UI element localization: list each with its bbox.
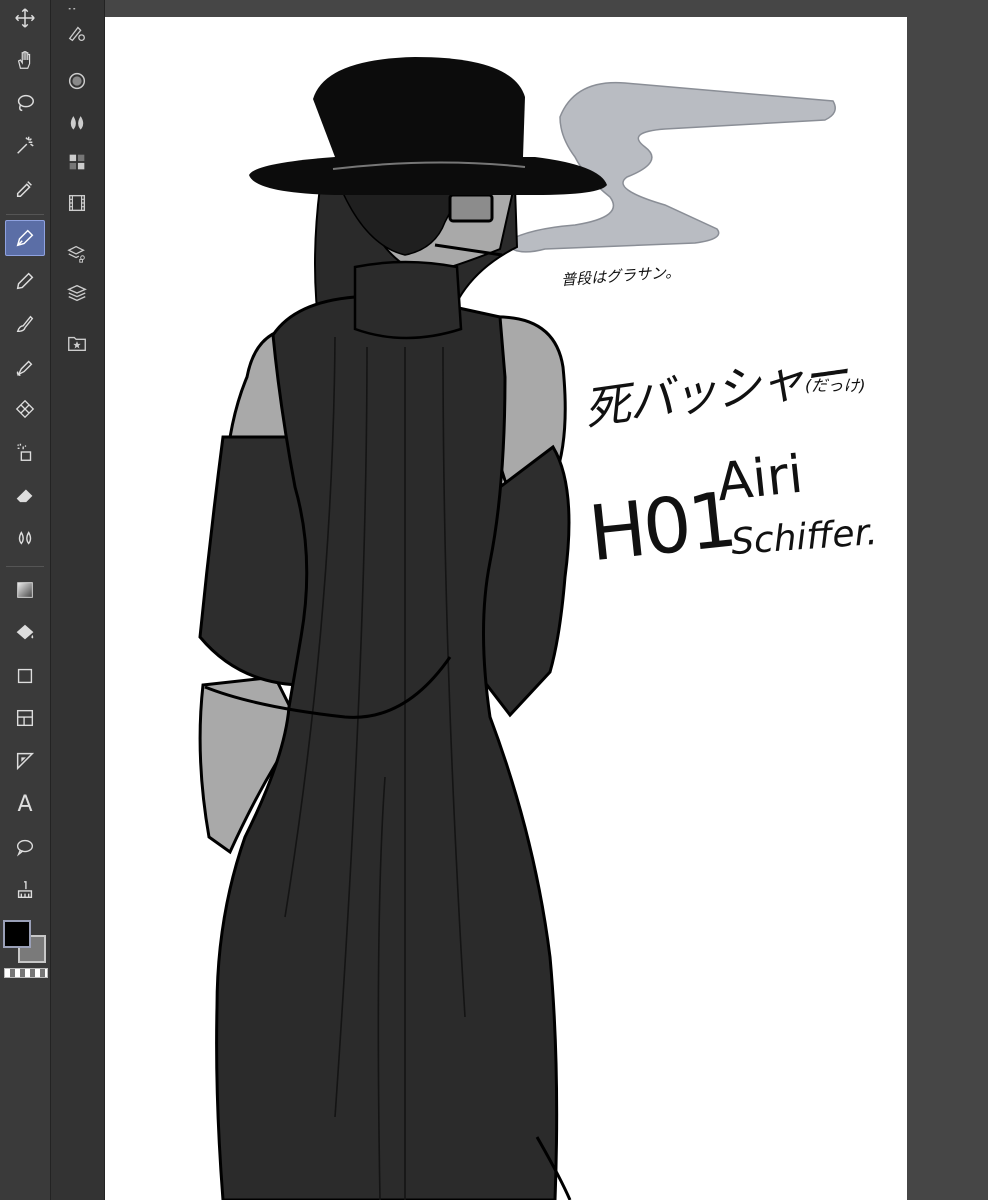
tool-brush[interactable] xyxy=(5,306,45,342)
panel-tab-color-wheel[interactable] xyxy=(59,106,95,140)
gradient-icon xyxy=(17,582,33,598)
tool-lasso[interactable] xyxy=(5,85,45,121)
tool-blend[interactable] xyxy=(5,520,45,556)
tool-eyedropper[interactable] xyxy=(5,170,45,206)
lasso-icon xyxy=(17,94,34,112)
tool-ruler[interactable] xyxy=(5,743,45,779)
decoration-icon xyxy=(16,360,33,376)
move-icon xyxy=(15,8,35,28)
main-color-swatch[interactable] xyxy=(3,920,31,948)
tool-decoration[interactable] xyxy=(5,349,45,385)
tool-airbrush[interactable] xyxy=(5,434,45,470)
panel-tab-layers[interactable] xyxy=(59,276,95,310)
pen-settings-icon xyxy=(68,26,85,42)
fill-icon xyxy=(16,624,34,640)
turtleneck xyxy=(353,260,463,340)
tool-magic-wand[interactable] xyxy=(5,127,45,163)
annotation-code: H01 xyxy=(584,474,739,579)
airbrush-icon xyxy=(17,443,32,461)
layer-property-icon xyxy=(67,245,85,263)
sub-tool-panel-strip xyxy=(51,0,105,1200)
ruler-icon xyxy=(16,752,35,771)
water-icon xyxy=(70,116,84,130)
transparent-color-swatch[interactable] xyxy=(4,968,48,978)
tool-move[interactable] xyxy=(5,0,45,36)
color-set-icon xyxy=(69,154,85,170)
pattern-icon xyxy=(15,399,35,419)
tool-fill[interactable] xyxy=(5,615,45,651)
eraser-icon xyxy=(16,489,33,503)
panel-tab-navigator[interactable] xyxy=(59,64,95,98)
brush-icon xyxy=(16,315,34,333)
tool-correct-line[interactable] xyxy=(5,872,45,908)
panel-tab-brush-size[interactable] xyxy=(59,16,95,50)
correct-line-icon xyxy=(17,881,33,899)
figure-icon xyxy=(17,668,33,684)
blend-icon xyxy=(18,531,32,545)
tool-frame[interactable] xyxy=(5,700,45,736)
hand-icon xyxy=(17,51,31,69)
pen-icon xyxy=(16,229,34,247)
frame-icon xyxy=(16,709,34,727)
separator xyxy=(6,566,44,567)
material-icon xyxy=(68,336,86,352)
animation-icon xyxy=(68,194,86,212)
tool-balloon[interactable] xyxy=(5,829,45,865)
tool-eraser[interactable] xyxy=(5,477,45,513)
tool-pen[interactable] xyxy=(5,220,45,256)
annotation-name-first: Airi xyxy=(714,444,806,514)
layers-icon xyxy=(67,284,87,302)
hat-crown xyxy=(313,57,525,162)
sunglasses xyxy=(448,193,494,223)
panel-tab-layer-property[interactable] xyxy=(59,236,95,270)
tool-figure[interactable] xyxy=(5,658,45,694)
tool-gradient[interactable] xyxy=(5,572,45,608)
annotation-title-jp-suffix: (だっけ) xyxy=(805,376,866,395)
tool-text[interactable]: A xyxy=(5,786,45,822)
tool-pencil[interactable] xyxy=(5,263,45,299)
navigator-icon xyxy=(68,72,86,90)
panel-tab-color-set[interactable] xyxy=(59,145,95,179)
character-illustration xyxy=(198,57,836,1200)
tool-palette: A xyxy=(0,0,51,1200)
separator xyxy=(6,214,44,215)
tool-hand[interactable] xyxy=(5,42,45,78)
drawing-canvas[interactable]: 普段はグラサン。 死バッシャー (だっけ) H01 Airi Schiffer. xyxy=(105,17,907,1200)
magic-wand-icon xyxy=(17,136,34,154)
panel-tab-animation[interactable] xyxy=(59,186,95,220)
text-icon: A xyxy=(17,791,33,817)
balloon-icon xyxy=(16,839,34,857)
pencil-icon xyxy=(16,272,34,290)
tool-pattern[interactable] xyxy=(5,391,45,427)
eyedropper-icon xyxy=(16,181,32,197)
panel-tab-material[interactable] xyxy=(59,326,95,360)
